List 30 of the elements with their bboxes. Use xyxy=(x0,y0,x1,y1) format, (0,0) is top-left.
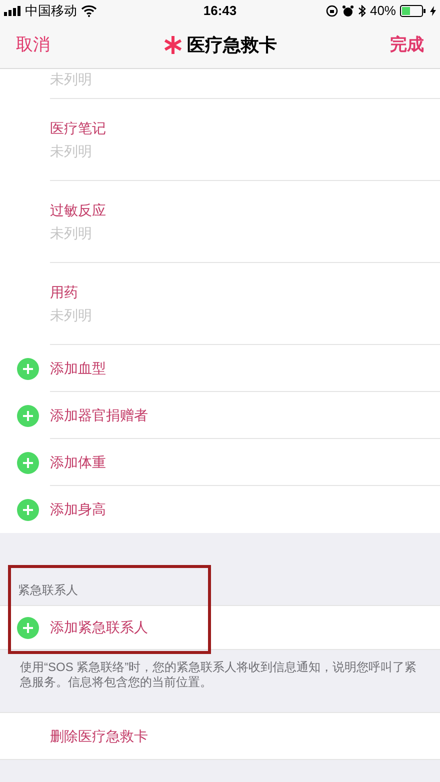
delete-button[interactable]: 删除医疗急救卡 xyxy=(50,726,148,746)
section-header: 紧急联系人 xyxy=(18,582,78,599)
footnote-text: 使用“SOS 紧急联络”时，您的紧急联系人将收到信息通知，说明您呼叫了紧急服务。信息将包含您的当前位置。 xyxy=(19,659,418,690)
add-icon xyxy=(17,404,39,426)
add-icon xyxy=(17,498,39,520)
charging-icon xyxy=(430,6,436,16)
field-label: 用药 xyxy=(50,282,79,302)
nav-title: 医疗急救卡 xyxy=(187,34,277,56)
carrier-name: 中国移动 xyxy=(25,2,77,20)
done-button[interactable]: 完成 xyxy=(277,32,424,58)
status-time: 16:43 xyxy=(202,2,238,20)
alarm-icon xyxy=(342,5,354,17)
field-label: 过敏反应 xyxy=(50,200,107,220)
cancel-button[interactable]: 取消 xyxy=(16,32,163,58)
field-label: 医疗笔记 xyxy=(50,118,107,138)
bluetooth-icon xyxy=(358,5,366,17)
add-row[interactable]: 添加体重 xyxy=(50,452,106,472)
signal-icon xyxy=(4,6,21,16)
add-row[interactable]: 添加器官捐赠者 xyxy=(50,404,148,426)
wifi-icon xyxy=(81,5,97,17)
add-contact-row[interactable]: 添加紧急联系人 xyxy=(50,617,148,638)
asterisk-icon xyxy=(163,35,183,55)
add-row[interactable]: 添加身高 xyxy=(50,499,106,520)
battery-icon xyxy=(400,5,426,17)
add-icon xyxy=(17,358,39,380)
battery-percent: 40% xyxy=(370,2,396,20)
rotation-lock-icon xyxy=(326,5,338,17)
add-row[interactable]: 添加血型 xyxy=(50,358,106,378)
add-icon xyxy=(17,616,39,638)
add-icon xyxy=(17,452,39,474)
